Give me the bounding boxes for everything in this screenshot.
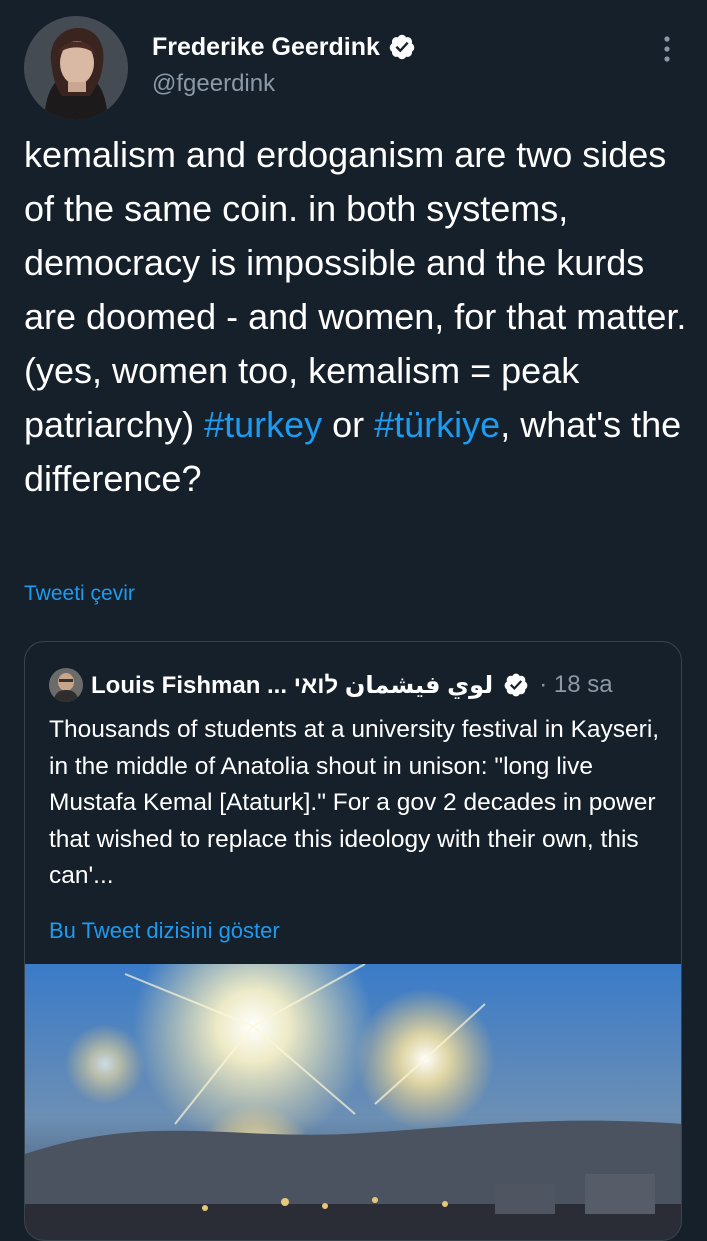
translate-tweet-link[interactable]: Tweeti çevir bbox=[24, 582, 135, 606]
quoted-tweet-media[interactable] bbox=[25, 964, 681, 1240]
author-display-name[interactable]: Frederike Geerdink bbox=[152, 33, 380, 62]
quoted-tweet-header: Louis Fishman ... لوي فيشمان לואי · 18 s… bbox=[49, 668, 669, 702]
more-options-button[interactable] bbox=[652, 34, 682, 64]
author-avatar-image bbox=[24, 16, 128, 120]
more-vertical-icon bbox=[664, 36, 670, 62]
quoted-avatar-image bbox=[49, 668, 83, 702]
author-handle[interactable]: @fgeerdink bbox=[152, 70, 416, 98]
quoted-tweet-time: · 18 sa bbox=[539, 671, 613, 698]
hashtag-link-turkey[interactable]: #turkey bbox=[204, 404, 322, 445]
author-avatar[interactable] bbox=[24, 16, 128, 120]
tweet: Frederike Geerdink @fgeerdink kemalism a… bbox=[0, 0, 707, 1241]
quoted-tweet-text: Thousands of students at a university fe… bbox=[49, 716, 660, 889]
media-image bbox=[25, 964, 681, 1240]
verified-badge-icon bbox=[504, 673, 528, 697]
hashtag-link-turkiye[interactable]: #türkiye bbox=[374, 404, 500, 445]
tweet-text-part: kemalism and erdoganism are two sides of… bbox=[24, 134, 687, 445]
tweet-text-part: or bbox=[322, 404, 375, 445]
quoted-tweet[interactable]: Louis Fishman ... لوي فيشمان לואי · 18 s… bbox=[24, 641, 682, 1241]
quoted-author-avatar bbox=[49, 668, 83, 702]
quoted-author-name: Louis Fishman ... لوي فيشمان לואי bbox=[91, 671, 494, 699]
tweet-text: kemalism and erdoganism are two sides of… bbox=[24, 128, 690, 506]
author-info: Frederike Geerdink @fgeerdink bbox=[152, 30, 416, 98]
show-thread-link[interactable]: Bu Tweet dizisini göster bbox=[49, 918, 280, 944]
verified-badge-icon bbox=[389, 34, 415, 60]
